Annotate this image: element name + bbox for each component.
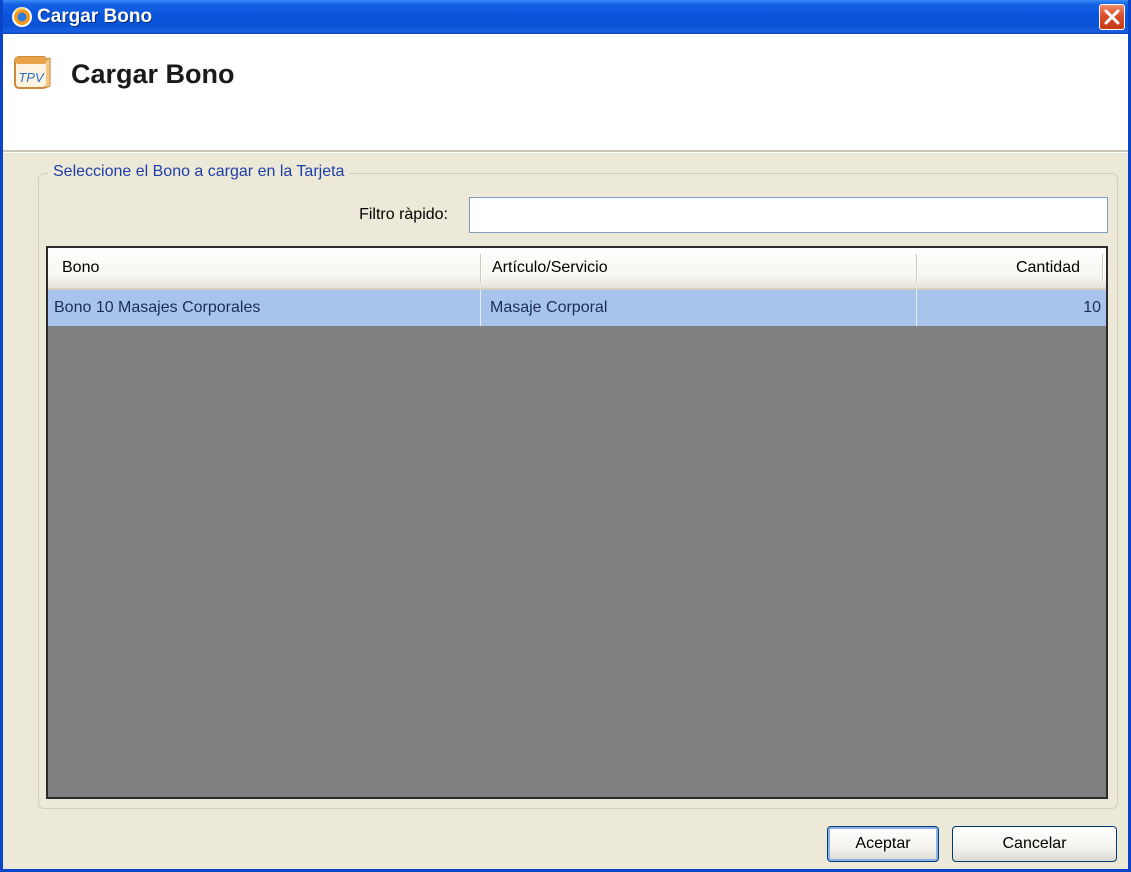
column-divider[interactable]	[916, 254, 917, 282]
accept-button[interactable]: Aceptar	[827, 826, 939, 862]
title-bar[interactable]: Cargar Bono	[3, 0, 1128, 34]
cell-divider	[916, 290, 917, 326]
grid-header: Bono Artículo/Servicio Cantidad	[48, 248, 1106, 290]
column-header-cantidad[interactable]: Cantidad	[918, 248, 1080, 288]
column-divider[interactable]	[1102, 254, 1103, 282]
window-title: Cargar Bono	[37, 6, 153, 27]
close-icon	[1104, 9, 1120, 25]
groupbox-legend: Seleccione el Bono a cargar en la Tarjet…	[48, 161, 350, 183]
table-row[interactable]: Bono 10 Masajes Corporales Masaje Corpor…	[48, 290, 1106, 326]
tpv-icon-text: TPV	[18, 70, 45, 85]
page-title: Cargar Bono	[71, 59, 235, 89]
column-divider[interactable]	[480, 254, 481, 282]
filter-label: Filtro ràpido:	[359, 206, 448, 223]
cancel-button[interactable]: Cancelar	[952, 826, 1117, 862]
close-button[interactable]	[1099, 4, 1125, 30]
column-header-articulo[interactable]: Artículo/Servicio	[492, 248, 912, 288]
bono-grid[interactable]: Bono Artículo/Servicio Cantidad Bono 10 …	[46, 246, 1108, 799]
cell-divider	[480, 290, 481, 326]
tpv-logo-icon: TPV	[14, 56, 51, 89]
dialog-window: Cargar Bono TPV Cargar Bono Seleccione e…	[0, 0, 1131, 872]
cell-cantidad: 10	[1083, 299, 1101, 316]
quick-filter-input[interactable]	[469, 197, 1108, 233]
cell-bono: Bono 10 Masajes Corporales	[54, 299, 261, 316]
cell-articulo: Masaje Corporal	[490, 299, 608, 316]
app-logo-icon	[12, 7, 32, 27]
column-header-bono[interactable]: Bono	[62, 248, 482, 288]
header-divider	[3, 150, 1128, 153]
